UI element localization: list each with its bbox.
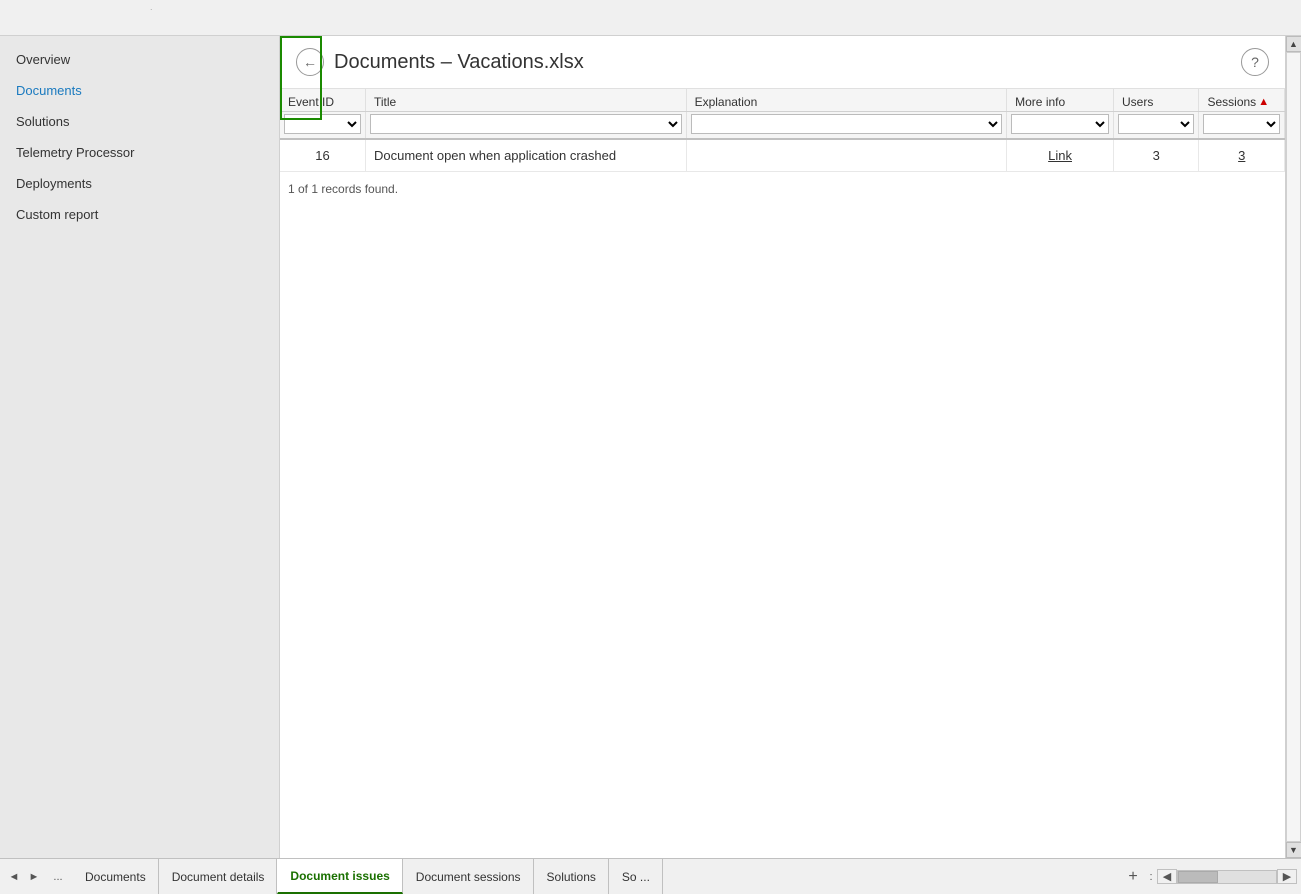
cell-users: 3 [1114,139,1199,172]
tab-document-sessions[interactable]: Document sessions [403,859,534,894]
filter-select-title[interactable] [370,114,682,134]
tab-prev-button[interactable]: ◄ [4,859,24,894]
table-filter-row [280,112,1285,140]
tab-solutions[interactable]: Solutions [534,859,609,894]
tab-scroll-right-button[interactable]: ▶ [1277,869,1297,884]
back-icon: ← [303,54,317,70]
tab-scroll-left-button[interactable]: ◀ [1157,869,1177,884]
right-scrollbar: ▲ ▼ [1285,36,1301,858]
scroll-up-button[interactable]: ▲ [1286,36,1301,52]
tab-prev-icon: ◄ [9,871,20,883]
cell-title[interactable]: Document open when application crashed [365,139,686,172]
filter-cell-more-info[interactable] [1007,112,1114,140]
tab-document-details[interactable]: Document details [159,859,278,894]
tab-next-button[interactable]: ► [24,859,44,894]
filter-select-more-info[interactable] [1011,114,1109,134]
tab-more-icon: ... [53,871,62,883]
cell-explanation [686,139,1007,172]
content-header: ← Documents – Vacations.xlsx ? [280,36,1285,89]
sidebar: OverviewDocumentsSolutionsTelemetry Proc… [0,36,280,858]
tab-add-button[interactable]: + [1121,859,1145,894]
cell-sessions[interactable]: 3 [1199,139,1285,172]
top-tiny-text: . [150,2,153,12]
tab-scrollbar-track [1177,870,1277,884]
help-button[interactable]: ? [1241,48,1269,76]
sidebar-item-overview[interactable]: Overview [0,44,279,75]
tab-add-icon: + [1128,868,1137,886]
page-title: Documents – Vacations.xlsx [334,51,1231,74]
back-button[interactable]: ← [296,48,324,76]
filter-select-users[interactable] [1118,114,1194,134]
issues-table: Event ID Title Explanation More info Use [280,89,1285,172]
tab-document-issues[interactable]: Document issues [277,859,402,894]
cell-more-info[interactable]: Link [1007,139,1114,172]
table-row: 16Document open when application crashed… [280,139,1285,172]
tab-so-more[interactable]: So ... [609,859,663,894]
sidebar-item-documents[interactable]: Documents [0,75,279,106]
filter-select-sessions[interactable] [1203,114,1280,134]
sort-arrow-icon: ▲ [1258,96,1269,108]
sidebar-item-custom-report[interactable]: Custom report [0,199,279,230]
tab-options-icon: : [1149,871,1152,883]
col-header-users: Users [1114,89,1199,112]
scroll-down-button[interactable]: ▼ [1286,842,1301,858]
table-body: 16Document open when application crashed… [280,139,1285,172]
bottom-tabs: ◄ ► ... DocumentsDocument detailsDocumen… [0,858,1301,894]
content-area: ← Documents – Vacations.xlsx ? Event ID … [280,36,1285,858]
top-bar: . [0,0,1301,36]
col-header-more-info: More info [1007,89,1114,112]
filter-cell-title[interactable] [365,112,686,140]
col-header-event-id: Event ID [280,89,365,112]
col-header-title: Title [365,89,686,112]
table-header-row: Event ID Title Explanation More info Use [280,89,1285,112]
filter-cell-event-id[interactable] [280,112,365,140]
tab-scrollbar-thumb[interactable] [1178,871,1218,883]
filter-cell-sessions[interactable] [1199,112,1285,140]
filter-cell-explanation[interactable] [686,112,1007,140]
tab-scroll-area: DocumentsDocument detailsDocument issues… [72,859,1121,894]
filter-cell-users[interactable] [1114,112,1199,140]
cell-event-id: 16 [280,139,365,172]
tab-next-icon: ► [29,871,40,883]
table-wrapper: Event ID Title Explanation More info Use [280,89,1285,858]
help-icon: ? [1251,54,1259,70]
filter-select-explanation[interactable] [691,114,1003,134]
sidebar-item-solutions[interactable]: Solutions [0,106,279,137]
tab-right-controls: ◀ ▶ [1157,859,1297,894]
filter-select-event-id[interactable] [284,114,361,134]
tab-more-button[interactable]: ... [44,859,72,894]
sidebar-item-telemetry-processor[interactable]: Telemetry Processor [0,137,279,168]
tab-documents[interactable]: Documents [72,859,159,894]
col-header-sessions: Sessions ▲ [1199,89,1285,112]
main-layout: OverviewDocumentsSolutionsTelemetry Proc… [0,36,1301,858]
scroll-track [1286,52,1301,842]
sidebar-item-deployments[interactable]: Deployments [0,168,279,199]
tab-options-button[interactable]: : [1145,859,1157,894]
col-header-explanation: Explanation [686,89,1007,112]
records-found: 1 of 1 records found. [280,172,1285,206]
